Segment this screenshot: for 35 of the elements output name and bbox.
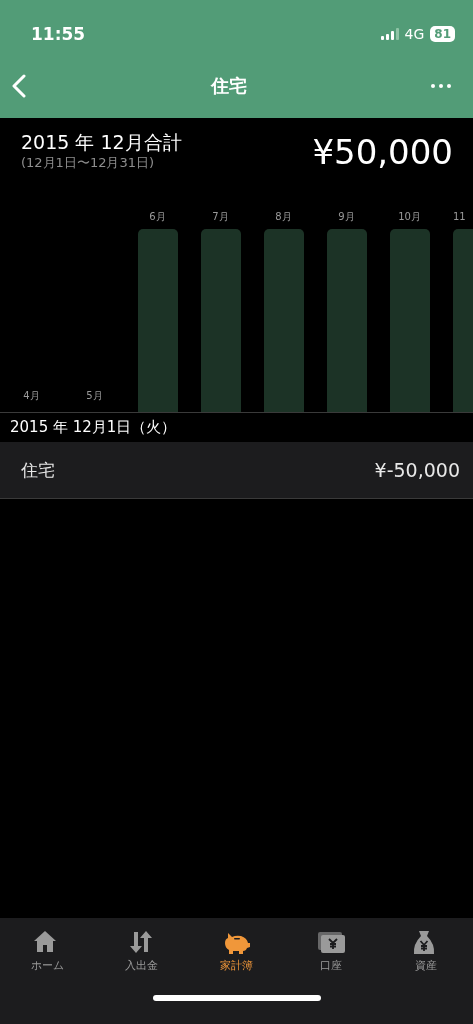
page-title: 住宅 (210, 74, 247, 98)
month-bar[interactable] (453, 229, 473, 412)
tab-bar-item[interactable]: ホーム (0, 930, 95, 973)
amount-label: ¥-50,000 (374, 459, 460, 481)
total-amount: ¥50,000 (312, 131, 453, 174)
piggy-bank-icon (222, 930, 251, 955)
month-bar[interactable] (263, 229, 304, 412)
tab-bar-item[interactable]: 口座 (283, 930, 379, 973)
month-bar[interactable] (137, 229, 178, 412)
summary-title: 2015 年 12月合計 (21, 130, 182, 154)
month-label[interactable]: 9月 (338, 210, 355, 224)
month-bar[interactable] (326, 229, 367, 412)
transaction-row[interactable]: 住宅 ¥-50,000 (0, 442, 473, 499)
month-bar[interactable] (200, 229, 241, 412)
tab-bar-item[interactable]: 家計簿 (189, 930, 284, 973)
tab-bar-item[interactable]: 入出金 (94, 930, 190, 973)
date-range: (12月1日〜12月31日) (21, 154, 156, 172)
date-header: 2015 年 12月1日（火） (9, 417, 178, 438)
month-label[interactable]: 10月 (398, 210, 421, 224)
month-label[interactable]: 11 (453, 210, 466, 224)
more-icon[interactable] (431, 84, 451, 88)
network-label: 4G (404, 26, 425, 42)
status-time: 11:55 (31, 24, 86, 44)
category-label: 住宅 (21, 458, 55, 482)
month-bar[interactable] (389, 229, 430, 412)
month-label[interactable]: 8月 (275, 210, 292, 224)
back-icon[interactable] (12, 74, 26, 98)
battery-indicator: 81 (430, 26, 455, 42)
month-label[interactable]: 7月 (212, 210, 229, 224)
month-label[interactable]: 4月 (23, 389, 40, 403)
tab-bar-item[interactable]: 資産 (378, 930, 473, 973)
signal-icon (380, 28, 399, 40)
month-label[interactable]: 6月 (149, 210, 166, 224)
month-label[interactable]: 5月 (86, 389, 103, 403)
yen-card-icon (316, 930, 346, 955)
